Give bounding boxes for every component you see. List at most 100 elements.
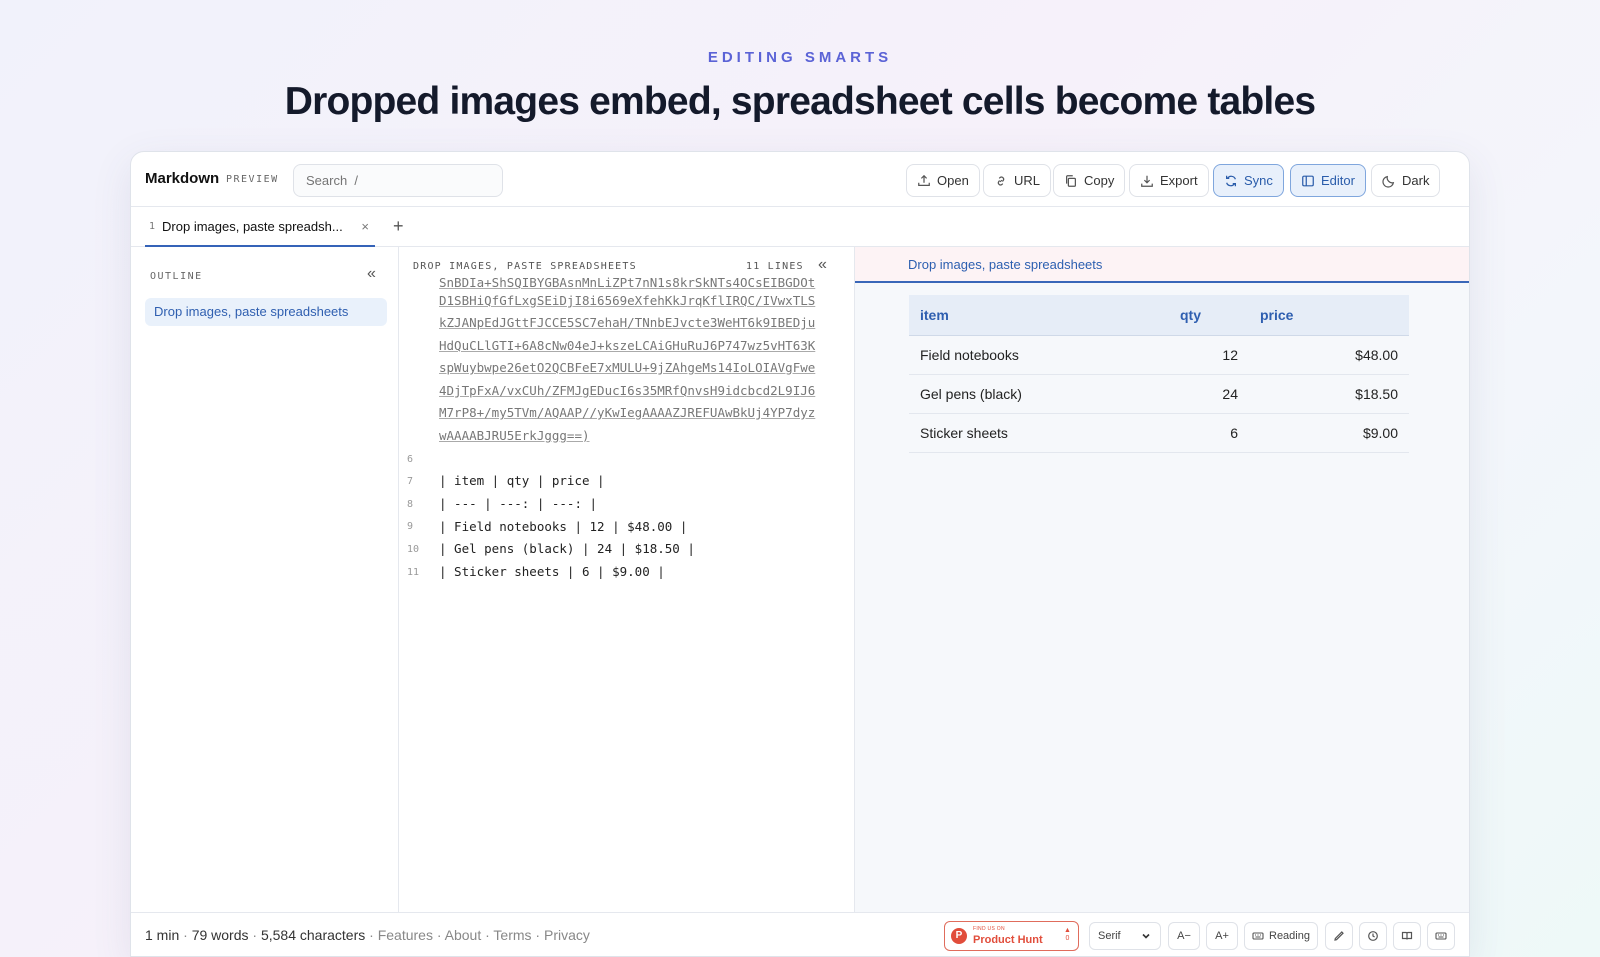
keyboard-icon [1435,932,1447,940]
base64-line: HdQuCLlGTI+6A8cNw04eJ+kszeLCAiGHuRuJ6P74… [439,338,816,353]
font-smaller-button[interactable]: A− [1168,922,1200,950]
preview-table: item qty price Field notebooks 12 $48.00… [909,295,1409,453]
chevron-down-icon [1142,933,1150,939]
clipped-code-line: SnBDIa+ShSQIBYGBAsnMnLiZPt7nN1s8krSkNTs4… [439,275,816,289]
line-number: 10 [407,544,420,555]
features-link[interactable]: Features [378,927,433,943]
font-larger-button[interactable]: A+ [1206,922,1238,950]
preview-title: Drop images, paste spreadsheets [908,257,1103,272]
link-icon [997,175,1005,186]
editor-button-label: Editor [1321,173,1355,188]
outline-label: OUTLINE [150,271,203,282]
reading-mode-label: Reading [1269,930,1310,942]
document-stats: 1 min · 79 words · 5,584 characters · Fe… [145,927,590,943]
table-row: Field notebooks 12 $48.00 [909,335,1409,375]
book-button[interactable] [1393,922,1421,950]
base64-line: kZJANpEdJGttFJCCE5SC7ehaH/TNnbEJvcte3WeH… [439,315,816,330]
about-link[interactable]: About [445,927,482,943]
line-number: 6 [407,454,414,465]
line-number: 11 [407,567,420,578]
code-line: | Field notebooks | 12 | $48.00 | [439,519,688,534]
preview-header: Drop images, paste spreadsheets [855,247,1469,283]
product-hunt-badge[interactable]: P FIND US ON Product Hunt ▲ 0 [944,921,1079,951]
editor-title: DROP IMAGES, PASTE SPREADSHEETS [413,261,637,272]
outline-collapse-button[interactable]: « [367,265,376,283]
brand-name: Markdown [145,170,220,187]
url-button[interactable]: URL [983,164,1052,197]
tab-label: Drop images, paste spreadsh... [162,218,343,234]
base64-line: D1SBHiQfGfLxgSEiDjI8i6569eXfehKkJrqKflIR… [439,293,816,308]
brand-subtitle: PREVIEW [226,174,279,185]
font-select-value: Serif [1098,930,1121,942]
copy-button[interactable]: Copy [1053,164,1126,197]
line-number: 9 [407,521,414,532]
product-hunt-label: Product Hunt [973,934,1043,946]
app-window: Markdown PREVIEW Open URL Copy Export Sy… [130,151,1470,957]
table-header-cell: qty [1169,295,1249,336]
download-icon [1141,175,1153,187]
refresh-icon [1226,175,1236,186]
editor-line-count: 11 LINES [746,261,804,272]
history-button[interactable] [1359,922,1387,950]
font-select[interactable]: Serif [1089,922,1161,950]
add-tab-button[interactable]: + [393,216,404,237]
privacy-link[interactable]: Privacy [544,927,590,943]
base64-line: 4DjTpFxA/vxCUh/ZFMJgEDucI6s35MRfQnvsH9id… [439,383,816,398]
search-input[interactable] [293,164,503,197]
tab-document[interactable]: 1 Drop images, paste spreadsh... × [145,207,375,247]
close-icon[interactable]: × [361,219,369,234]
export-button-label: Export [1160,173,1198,188]
table-header-cell: item [909,295,1169,336]
sync-button-label: Sync [1244,173,1273,188]
pen-icon [1334,931,1344,941]
table-row: Gel pens (black) 24 $18.50 [909,374,1409,414]
code-line: | --- | ---: | ---: | [439,496,598,511]
table-cell: $9.00 [1249,413,1409,453]
editor-collapse-button[interactable]: « [818,256,827,274]
tab-number: 1 [149,220,156,232]
code-line: | Sticker sheets | 6 | $9.00 | [439,564,665,579]
word-count: 79 words [191,927,249,943]
dark-mode-button-label: Dark [1402,173,1430,188]
sync-button[interactable]: Sync [1213,164,1284,197]
line-number: 8 [407,499,414,510]
copy-button-label: Copy [1084,173,1115,188]
table-row: Sticker sheets 6 $9.00 [909,413,1409,453]
status-bar: 1 min · 79 words · 5,584 characters · Fe… [131,912,1469,956]
editor-button[interactable]: Editor [1290,164,1366,197]
reading-mode-button[interactable]: Reading [1244,922,1318,950]
outline-item[interactable]: Drop images, paste spreadsheets [145,298,387,326]
table-cell: Gel pens (black) [909,374,1169,414]
table-header-row: item qty price [909,295,1409,336]
history-icon [1368,931,1378,941]
export-button[interactable]: Export [1129,164,1209,197]
dark-mode-button[interactable]: Dark [1371,164,1441,197]
table-cell: 24 [1169,374,1249,414]
upvote-icon: ▲ 0 [1064,927,1071,942]
preview-panel: Drop images, paste spreadsheets item qty… [855,247,1469,912]
editor-panel[interactable]: DROP IMAGES, PASTE SPREADSHEETS 11 LINES… [399,247,855,912]
shortcuts-button[interactable] [1427,922,1455,950]
code-line: | item | qty | price | [439,473,605,488]
product-hunt-icon: P [951,928,967,944]
terms-link[interactable]: Terms [493,927,531,943]
base64-line: wAAAABJRU5ErkJggg==) [439,428,590,443]
hero-headline: Dropped images embed, spreadsheet cells … [284,80,1316,123]
product-hunt-small-label: FIND US ON [973,926,1005,932]
tab-bar: 1 Drop images, paste spreadsh... × + [131,207,1469,247]
sidebar-panel-icon [1302,175,1314,186]
line-number: 7 [407,476,414,487]
base64-line: M7rP8+/my5TVm/AQAAP//yKwIegAAAAZJREFUAwB… [439,405,816,420]
moon-icon [1382,175,1395,188]
table-cell: 6 [1169,413,1249,453]
pen-button[interactable] [1325,922,1353,950]
open-button[interactable]: Open [906,164,980,197]
keyboard-icon [1252,932,1264,940]
table-cell: $18.50 [1249,374,1409,414]
table-header-cell: price [1249,295,1409,336]
upload-icon [918,174,930,186]
base64-line: spWuybwpe26etO2QCBFeE7xMULU+9jZAhgeMs14I… [439,360,816,375]
character-count: 5,584 characters [260,927,366,943]
table-cell: Sticker sheets [909,413,1169,453]
code-line: | Gel pens (black) | 24 | $18.50 | [439,541,695,556]
